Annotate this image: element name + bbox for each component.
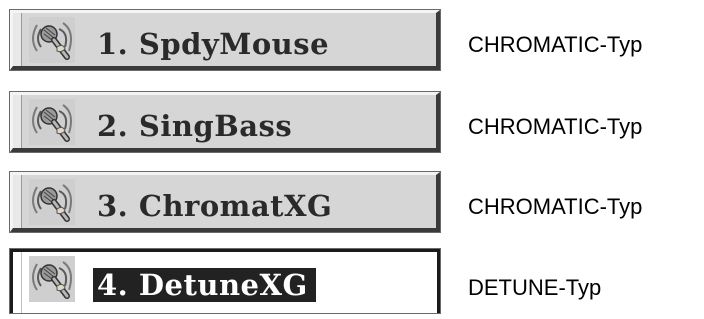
effect-button-4[interactable]: 4. DetuneXG [10,249,440,313]
panel-edge [13,95,22,148]
effect-button-1[interactable]: 1. SpdyMouse [10,10,440,70]
effect-row-4: 4. DetuneXG DETUNE-Typ [0,249,704,319]
effect-type-text: CHROMATIC-Typ [468,32,643,57]
mic-speaker-icon [29,99,75,145]
panel-edge [13,13,22,66]
panel-edge [13,252,22,313]
effect-button-2[interactable]: 2. SingBass [10,92,440,152]
effect-row-2: 2. SingBass CHROMATIC-Typ [0,92,704,162]
effect-row-3: 3. ChromatXG CHROMATIC-Typ [0,172,704,242]
mic-speaker-icon [29,17,75,63]
effect-button-3[interactable]: 3. ChromatXG [10,172,440,232]
effect-label: 1. SpdyMouse [97,27,330,61]
effect-type-text: CHROMATIC-Typ [468,114,643,139]
effect-row-1: 1. SpdyMouse CHROMATIC-Typ [0,10,704,80]
mic-speaker-icon [29,179,75,225]
effect-label: 3. ChromatXG [97,189,333,223]
mic-speaker-icon [29,256,75,302]
effect-label: 4. DetuneXG [93,268,316,302]
panel-edge [13,175,22,228]
effect-type-text: CHROMATIC-Typ [468,194,643,219]
effect-type-text: DETUNE-Typ [468,275,602,300]
effect-label: 2. SingBass [97,109,293,143]
